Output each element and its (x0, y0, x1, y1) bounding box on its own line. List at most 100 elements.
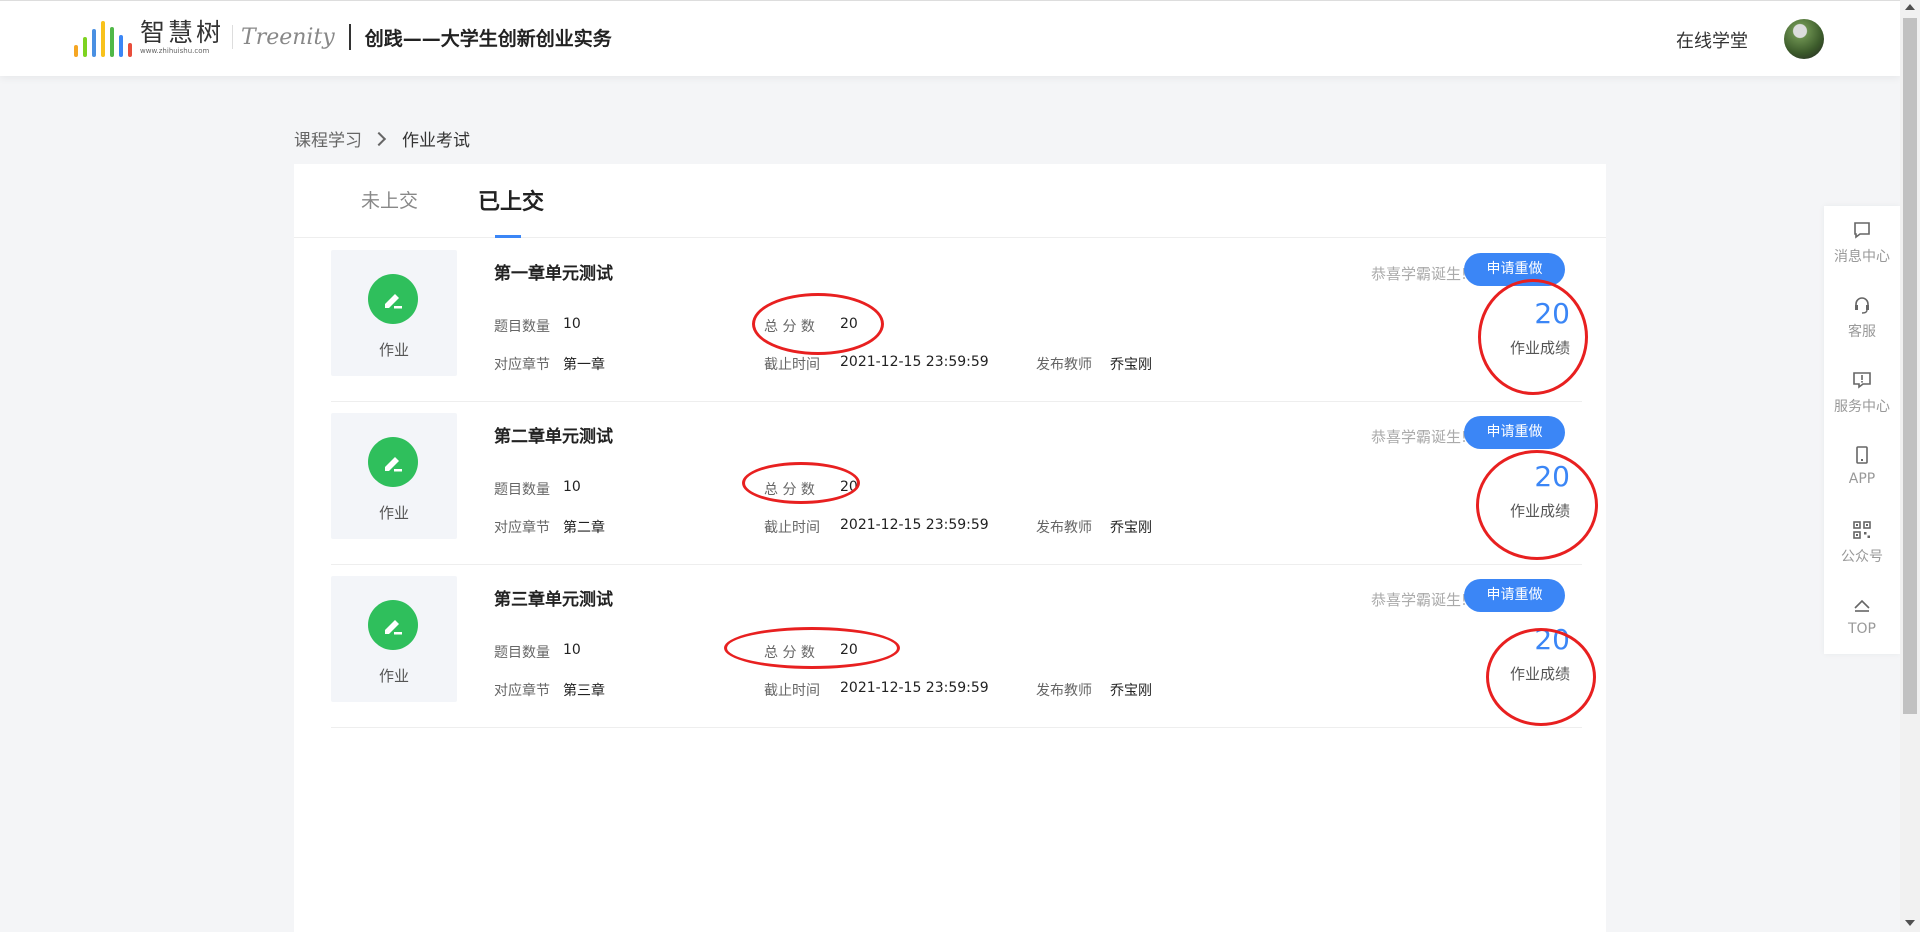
apply-redo-button[interactable]: 申请重做 (1464, 579, 1565, 612)
page-scrollbar[interactable] (1900, 0, 1920, 932)
question-count-value: 10 (563, 642, 581, 658)
arrow-up-icon (1854, 599, 1870, 612)
assignment-thumbnail: 作业 (331, 413, 457, 539)
assignment-score: 20 (1534, 297, 1570, 330)
edit-pencil-icon (368, 437, 418, 487)
edit-pencil-icon (368, 274, 418, 324)
top-header: 智慧树 www.zhihuishu.com Treenity 创践——大学生创新… (0, 0, 1900, 76)
logo-bars-icon (74, 17, 132, 57)
float-item-message-center[interactable]: 消息中心 (1824, 206, 1900, 280)
title-divider (348, 24, 351, 50)
float-item-service-center[interactable]: 服务中心 (1824, 356, 1900, 430)
user-avatar[interactable] (1784, 19, 1824, 59)
total-score-value: 20 (840, 479, 858, 495)
float-label: TOP (1847, 621, 1876, 637)
deadline-label: 截止时间 (764, 357, 820, 373)
breadcrumb-current: 作业考试 (402, 131, 470, 151)
teacher-value: 乔宝刚 (1110, 683, 1152, 699)
teacher-label: 发布教师 (1036, 357, 1092, 373)
score-label: 作业成绩 (1509, 665, 1570, 683)
total-score-value: 20 (840, 642, 858, 658)
question-count-value: 10 (563, 479, 581, 495)
assignment-score: 20 (1534, 460, 1570, 493)
deadline-label: 截止时间 (764, 520, 820, 536)
chapter-value: 第三章 (563, 683, 605, 699)
tab-not-submitted[interactable]: 未上交 (361, 186, 418, 213)
float-item-customer-service[interactable]: 客服 (1824, 281, 1900, 355)
congrats-text: 恭喜学霸诞生! (1371, 265, 1468, 283)
scrollbar-thumb[interactable] (1903, 18, 1917, 714)
assignment-thumbnail: 作业 (331, 576, 457, 702)
float-label: 客服 (1848, 324, 1876, 340)
deadline-label: 截止时间 (764, 683, 820, 699)
question-count-label: 题目数量 (494, 482, 550, 498)
online-classroom-link[interactable]: 在线学堂 (1676, 27, 1748, 53)
total-score-label: 总 分 数 (764, 482, 815, 498)
phone-icon (1856, 446, 1868, 464)
teacher-label: 发布教师 (1036, 520, 1092, 536)
chapter-label: 对应章节 (494, 683, 550, 699)
question-count-value: 10 (563, 316, 581, 332)
thumbnail-label: 作业 (378, 341, 409, 359)
float-label: 消息中心 (1834, 249, 1890, 265)
deadline-value: 2021-12-15 23:59:59 (840, 354, 989, 370)
tab-bar: 未上交 已上交 (294, 164, 1606, 238)
course-title: 创践——大学生创新创业实务 (364, 27, 612, 50)
scroll-up-arrow-icon[interactable] (1905, 4, 1915, 10)
congrats-text: 恭喜学霸诞生! (1371, 591, 1468, 609)
float-item-app[interactable]: APP (1824, 431, 1900, 505)
float-label: 服务中心 (1834, 399, 1890, 415)
breadcrumb-course-study[interactable]: 课程学习 (294, 126, 362, 151)
assignment-thumbnail: 作业 (331, 250, 457, 376)
chapter-value: 第二章 (563, 520, 605, 536)
headset-icon (1855, 297, 1869, 314)
question-count-label: 题目数量 (494, 645, 550, 661)
teacher-value: 乔宝刚 (1110, 520, 1152, 536)
thumbnail-label: 作业 (378, 667, 409, 685)
active-tab-indicator (495, 235, 521, 238)
service-alert-icon (1853, 372, 1871, 389)
apply-redo-button[interactable]: 申请重做 (1464, 253, 1565, 286)
assignment-title[interactable]: 第一章单元测试 (494, 259, 613, 284)
chapter-label: 对应章节 (494, 520, 550, 536)
site-logo[interactable]: 智慧树 www.zhihuishu.com Treenity 创践——大学生创新… (74, 15, 612, 59)
assignment-item[interactable]: 作业 第一章单元测试 题目数量 10 总 分 数 20 对应章节 第一章 截止时… (331, 239, 1582, 402)
question-count-label: 题目数量 (494, 319, 550, 335)
edit-pencil-icon (368, 600, 418, 650)
message-icon (1854, 222, 1870, 239)
scroll-down-arrow-icon[interactable] (1905, 920, 1915, 926)
logo-name: 智慧树 (140, 17, 225, 47)
tab-submitted[interactable]: 已上交 (478, 184, 544, 216)
assignments-panel: 未上交 已上交 作业 第一章单元测试 题目数量 10 总 分 数 20 对应章节… (294, 164, 1606, 932)
breadcrumb: 课程学习 作业考试 (294, 126, 470, 151)
float-label: 公众号 (1841, 549, 1883, 565)
apply-redo-button[interactable]: 申请重做 (1464, 416, 1565, 449)
teacher-value: 乔宝刚 (1110, 357, 1152, 373)
assignment-item[interactable]: 作业 第二章单元测试 题目数量 10 总 分 数 20 对应章节 第二章 截止时… (331, 402, 1582, 565)
total-score-value: 20 (840, 316, 858, 332)
chapter-value: 第一章 (563, 357, 605, 373)
score-label: 作业成绩 (1509, 502, 1570, 520)
chapter-label: 对应章节 (494, 357, 550, 373)
logo-separator (232, 25, 234, 49)
logo-brand: Treenity (241, 24, 335, 50)
qr-code-icon (1853, 521, 1871, 539)
assignment-score: 20 (1534, 623, 1570, 656)
float-item-back-to-top[interactable]: TOP (1824, 581, 1900, 655)
assignment-item[interactable]: 作业 第三章单元测试 题目数量 10 总 分 数 20 对应章节 第三章 截止时… (331, 565, 1582, 728)
thumbnail-label: 作业 (378, 504, 409, 522)
total-score-label: 总 分 数 (764, 645, 815, 661)
teacher-label: 发布教师 (1036, 683, 1092, 699)
float-label: APP (1848, 471, 1876, 487)
total-score-label: 总 分 数 (764, 319, 815, 335)
chevron-right-icon (371, 131, 387, 146)
score-label: 作业成绩 (1509, 339, 1570, 357)
float-item-official-account[interactable]: 公众号 (1824, 506, 1900, 580)
deadline-value: 2021-12-15 23:59:59 (840, 680, 989, 696)
assignment-title[interactable]: 第三章单元测试 (494, 585, 613, 610)
deadline-value: 2021-12-15 23:59:59 (840, 517, 989, 533)
logo-url: www.zhihuishu.com (140, 46, 210, 55)
floating-toolbar: 消息中心 客服 服务中心 APP 公众号 TOP (1824, 206, 1900, 654)
congrats-text: 恭喜学霸诞生! (1371, 428, 1468, 446)
assignment-title[interactable]: 第二章单元测试 (494, 422, 613, 447)
